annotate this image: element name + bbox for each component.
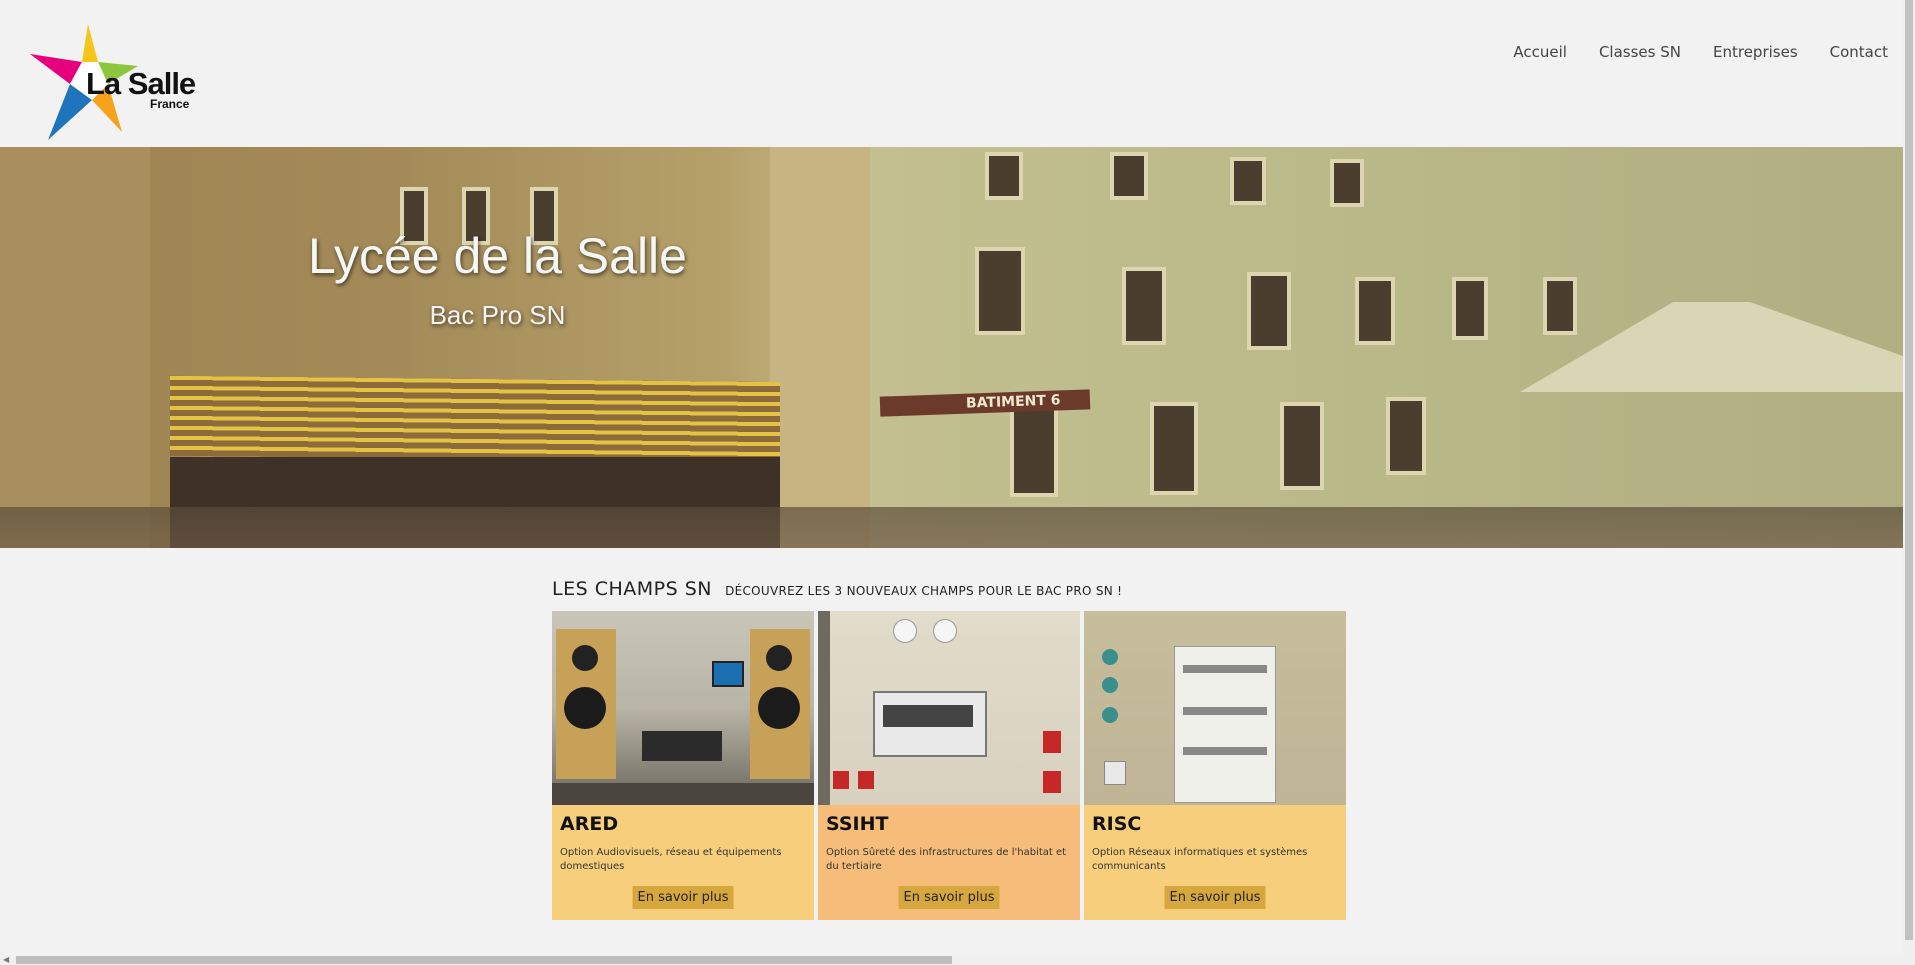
fire-alarm-box (1043, 771, 1061, 793)
card-body: RISC Option Réseaux informatiques et sys… (1084, 805, 1346, 920)
hero-title: Lycée de la Salle (308, 228, 687, 284)
hero-window (1150, 402, 1198, 495)
card-description: Option Réseaux informatiques et systèmes… (1092, 847, 1308, 872)
card-title: SSIHT (826, 813, 889, 835)
card-description: Option Audiovisuels, réseau et équipemen… (560, 847, 782, 872)
hero-window (985, 152, 1023, 200)
card-body: SSIHT Option Sûreté des infrastructures … (818, 805, 1080, 920)
hero-wall-left (0, 147, 150, 548)
card-ssiht: SSIHT Option Sûreté des infrastructures … (818, 611, 1080, 920)
speaker-right (750, 629, 810, 779)
logo-subtitle: France (150, 97, 190, 111)
card-title: RISC (1092, 813, 1142, 835)
speaker-left (556, 629, 616, 779)
card-grid: ARED Option Audiovisuels, réseau et équi… (552, 611, 1346, 920)
section-title: LES CHAMPS SN (552, 578, 712, 600)
hero-window (1452, 277, 1488, 340)
monitor (712, 661, 744, 687)
section-header: LES CHAMPS SN DÉCOUVREZ LES 3 NOUVEAUX C… (552, 578, 1122, 600)
hero-pillar (770, 147, 870, 548)
card-photo-risc (1084, 611, 1346, 805)
table (552, 783, 814, 805)
hero-window (1386, 397, 1426, 475)
hero-ground (0, 507, 1903, 548)
hero-window (1247, 272, 1291, 350)
fire-alarm-box (1043, 731, 1061, 753)
site-header: La Salle France Accueil Classes SN Entre… (0, 0, 1903, 147)
learn-more-button[interactable]: En savoir plus (632, 886, 734, 909)
hero-window (1230, 157, 1266, 205)
fire-alarm-box (858, 771, 874, 789)
nav-link-entreprises[interactable]: Entreprises (1713, 43, 1798, 61)
scrollbar-thumb[interactable] (1905, 0, 1913, 940)
nav-link-accueil[interactable]: Accueil (1513, 43, 1567, 61)
hero-yellow-louvers (170, 375, 780, 463)
vertical-scrollbar[interactable] (1903, 0, 1915, 955)
card-photo-ssiht (818, 611, 1080, 805)
card-ared: ARED Option Audiovisuels, réseau et équi… (552, 611, 814, 920)
hero-window (1122, 267, 1166, 345)
hero-subtitle: Bac Pro SN (429, 300, 566, 330)
hero-window (1543, 277, 1577, 335)
learn-more-button[interactable]: En savoir plus (898, 886, 1000, 909)
hero-window (1110, 152, 1148, 200)
hero-window (1280, 402, 1324, 490)
card-risc: RISC Option Réseaux informatiques et sys… (1084, 611, 1346, 920)
horizontal-scrollbar[interactable]: ◀ (0, 955, 1915, 965)
hero-window (1010, 399, 1058, 497)
main-nav: Accueil Classes SN Entreprises Contact (1481, 43, 1888, 61)
amplifier (642, 731, 722, 761)
hero-window (975, 247, 1025, 335)
hero-window (1355, 277, 1395, 345)
hero-window (1330, 159, 1364, 207)
scrollbar-thumb[interactable] (16, 956, 952, 964)
hero-banner: BATIMENT 6 Lycée de la Salle Bac Pro SN (0, 147, 1903, 548)
lasalle-logo[interactable]: La Salle France (30, 22, 200, 140)
alarm-panel (873, 691, 987, 757)
nav-link-contact[interactable]: Contact (1830, 43, 1888, 61)
nav-link-classes-sn[interactable]: Classes SN (1599, 43, 1681, 61)
card-photo-ared (552, 611, 814, 805)
card-title: ARED (560, 813, 619, 835)
scroll-left-icon[interactable]: ◀ (3, 955, 9, 964)
learn-more-button[interactable]: En savoir plus (1164, 886, 1266, 909)
card-description: Option Sûreté des infrastructures de l'h… (826, 847, 1067, 872)
card-body: ARED Option Audiovisuels, réseau et équi… (552, 805, 814, 920)
section-subtitle: DÉCOUVREZ LES 3 NOUVEAUX CHAMPS POUR LE … (725, 584, 1123, 598)
electrical-panel (1174, 646, 1276, 803)
fire-alarm-box (833, 771, 849, 789)
